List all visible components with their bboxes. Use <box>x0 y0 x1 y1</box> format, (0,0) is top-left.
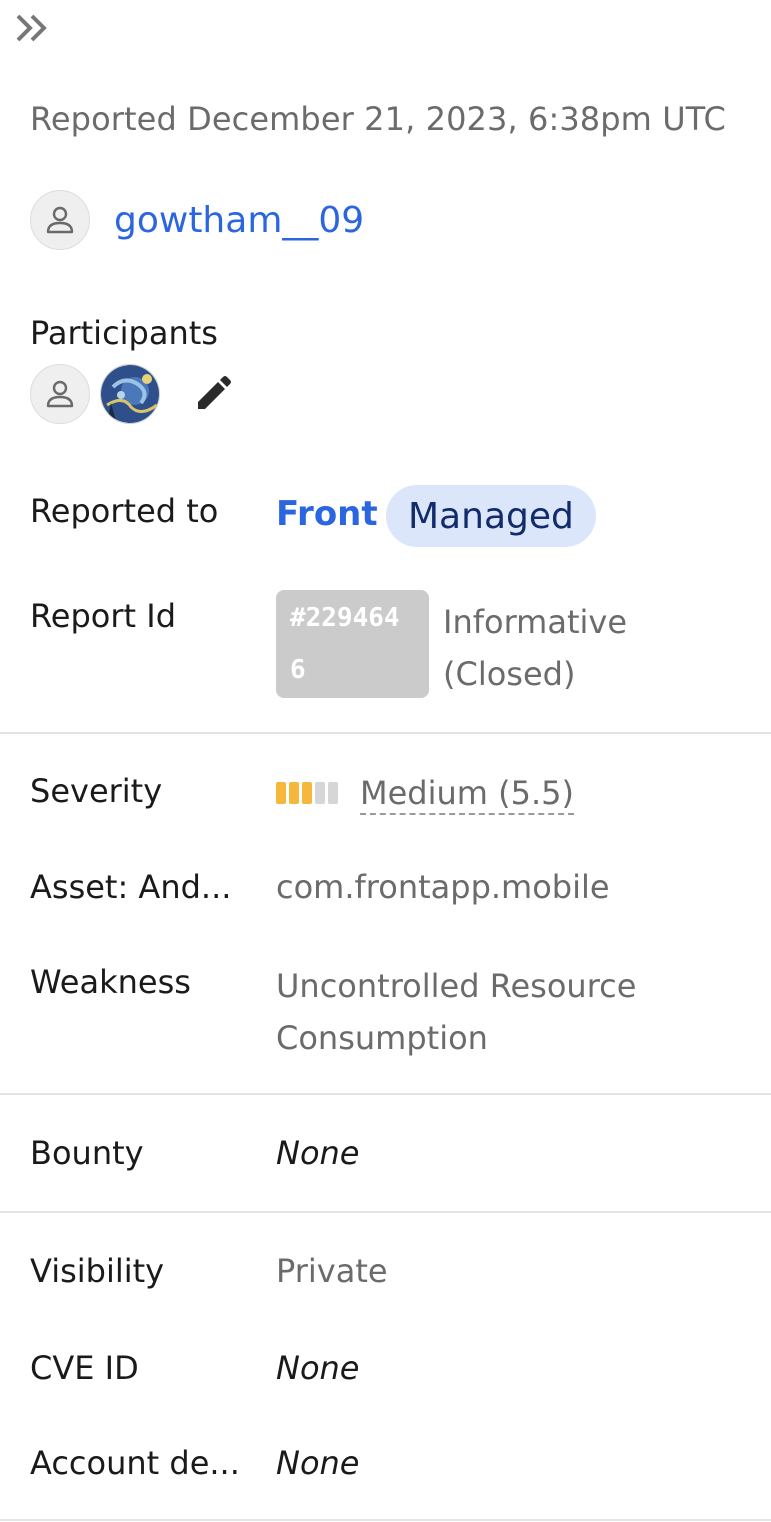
severity-bar <box>302 782 312 804</box>
reporter-avatar[interactable] <box>30 190 90 250</box>
edit-participants-button[interactable] <box>188 370 236 418</box>
weakness-label: Weakness <box>30 963 191 1001</box>
report-id-badge: #2294646 <box>276 590 429 698</box>
divider <box>0 1211 771 1213</box>
cve-id-value: None <box>276 1349 360 1387</box>
severity-meter <box>276 782 338 804</box>
account-details-value: None <box>276 1444 360 1482</box>
severity-value[interactable]: Medium (5.5) <box>360 774 574 815</box>
severity-bar <box>276 782 286 804</box>
participants-label: Participants <box>30 314 218 352</box>
report-state: Informative (Closed) <box>443 603 627 693</box>
visibility-value: Private <box>276 1252 388 1290</box>
account-details-label: Account de... <box>30 1444 240 1482</box>
divider <box>0 732 771 734</box>
severity-label: Severity <box>30 772 163 810</box>
starry-night-photo <box>101 365 159 423</box>
severity-bar <box>315 782 325 804</box>
user-icon <box>46 380 74 408</box>
reporter: gowtham__09 <box>30 190 364 250</box>
asset-value: com.frontapp.mobile <box>276 868 610 906</box>
participant-avatar[interactable] <box>30 364 90 424</box>
reported-to-label: Reported to <box>30 492 219 530</box>
collapse-sidebar-button[interactable] <box>14 8 54 48</box>
report-id-label: Report Id <box>30 597 176 635</box>
bounty-value: None <box>276 1134 360 1172</box>
visibility-label: Visibility <box>30 1252 165 1290</box>
reporter-username-link[interactable]: gowtham__09 <box>114 200 364 241</box>
severity-bar <box>328 782 338 804</box>
cve-id-label: CVE ID <box>30 1349 139 1387</box>
participants-list <box>30 364 236 424</box>
program-link[interactable]: Front <box>276 494 378 534</box>
user-icon <box>46 206 74 234</box>
reported-date: Reported December 21, 2023, 6:38pm UTC <box>30 100 726 138</box>
asset-label: Asset: And... <box>30 868 232 906</box>
divider <box>0 1519 771 1521</box>
participant-avatar-photo[interactable] <box>100 364 160 424</box>
managed-badge: Managed <box>386 485 596 547</box>
double-chevron-right-icon <box>16 14 47 42</box>
weakness-value: Uncontrolled Resource Consumption <box>276 967 637 1057</box>
bounty-label: Bounty <box>30 1134 144 1172</box>
divider <box>0 1093 771 1095</box>
pencil-icon <box>198 376 231 409</box>
severity-bar <box>289 782 299 804</box>
